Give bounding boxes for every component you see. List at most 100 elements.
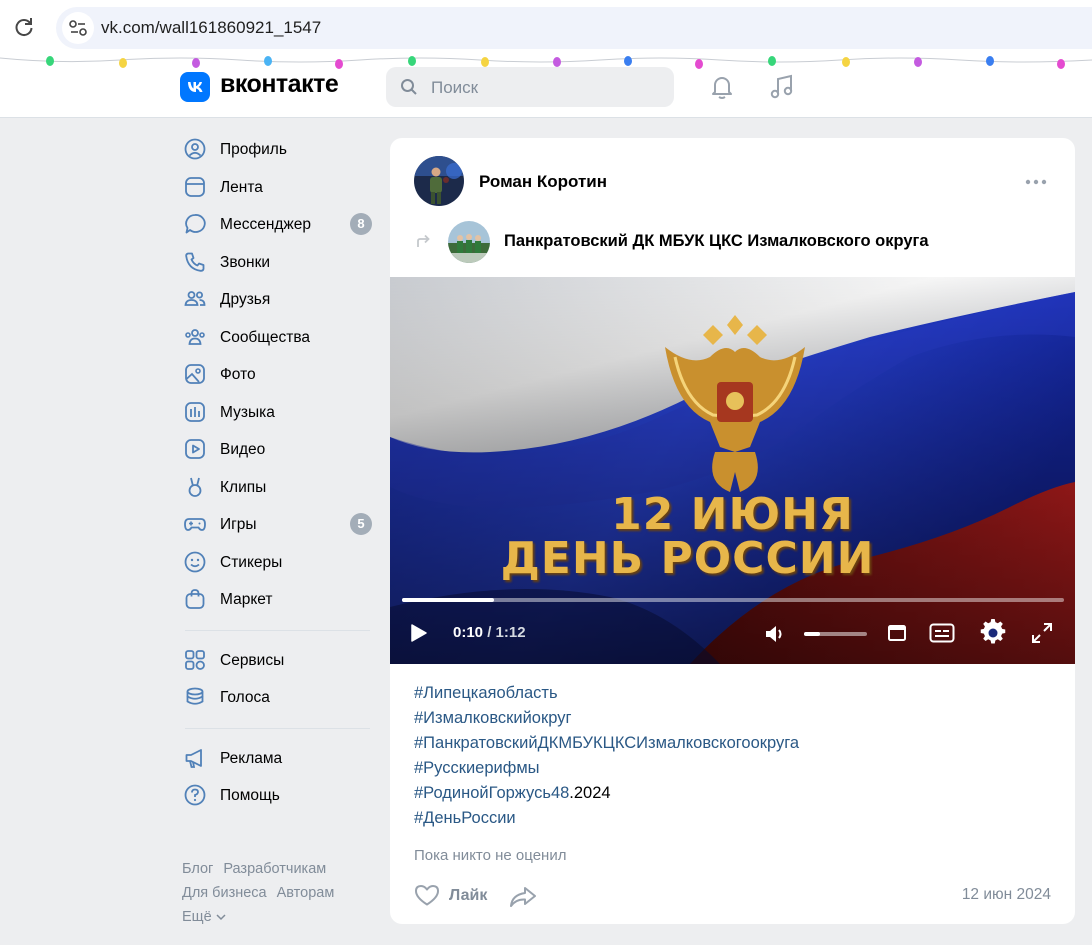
menu-item-messenger[interactable]: Мессенджер 8 xyxy=(180,206,375,244)
ads-icon xyxy=(185,748,202,768)
menu-label-votes: Голоса xyxy=(220,689,270,706)
reload-icon[interactable] xyxy=(12,15,36,39)
hashtag-link[interactable]: #Липецкаяобласть xyxy=(414,684,558,702)
search-placeholder: Поиск xyxy=(431,78,479,97)
volume-icon[interactable] xyxy=(763,622,787,646)
menu-item-video[interactable]: Видео xyxy=(180,431,375,469)
hashtag-line: #Липецкаяобласть xyxy=(414,681,799,706)
gear-icon[interactable] xyxy=(979,619,1007,647)
vk-header: вконтакте Поиск xyxy=(0,56,1092,118)
hashtag-link[interactable]: #ДеньРоссии xyxy=(414,809,516,827)
menu-label-music: Музыка xyxy=(220,403,275,421)
search-icon xyxy=(401,79,417,95)
menu-item-clips[interactable]: Клипы xyxy=(180,469,375,507)
subtitles-icon[interactable] xyxy=(929,622,955,644)
menu-label-friends: Друзья xyxy=(220,291,271,308)
menu-item-calls[interactable]: Звонки xyxy=(180,244,375,282)
share-icon[interactable] xyxy=(509,885,537,909)
menu-item-votes[interactable]: Голоса xyxy=(180,679,375,717)
bell-icon[interactable] xyxy=(708,73,736,101)
footer-link-business[interactable]: Для бизнеса xyxy=(182,885,267,901)
menu-label-clips: Клипы xyxy=(220,478,267,496)
menu-item-ads[interactable]: Реклама xyxy=(180,740,375,778)
menu-label-video: Видео xyxy=(220,441,266,458)
music-icon[interactable] xyxy=(768,73,796,101)
hashtag-line: #РодинойГоржусь48.2024 xyxy=(414,781,799,806)
menu-item-music[interactable]: Музыка xyxy=(180,394,375,432)
hashtag-line: #Русскиерифмы xyxy=(414,756,799,781)
hashtag-link[interactable]: #Измалковскийокруг xyxy=(414,709,571,727)
volume-slider[interactable] xyxy=(804,632,867,636)
menu-label-ads: Реклама xyxy=(220,749,283,767)
menu-item-communities[interactable]: Сообщества xyxy=(180,319,375,357)
site-info-icon[interactable] xyxy=(62,12,94,44)
menu-divider xyxy=(185,629,370,631)
hashtag-link[interactable]: #Русскиерифмы xyxy=(414,759,540,777)
market-icon xyxy=(185,589,205,609)
post-hashtags: #Липецкаяобласть #Измалковскийокруг #Пан… xyxy=(414,681,799,831)
menu-item-photo[interactable]: Фото xyxy=(180,356,375,394)
video-time-separator: / xyxy=(483,624,496,641)
menu-label-calls: Звонки xyxy=(220,253,271,271)
menu-label-communities: Сообщества xyxy=(220,328,311,346)
profile-icon xyxy=(184,138,206,160)
address-bar[interactable]: vk.com/wall161860921_1547 xyxy=(56,7,1092,49)
url-text[interactable]: vk.com/wall161860921_1547 xyxy=(101,18,321,38)
group-name[interactable]: Панкратовский ДК МБУК ЦКС Измалковского … xyxy=(504,232,929,251)
menu-divider xyxy=(185,727,370,729)
hashtag-line: #Измалковскийокруг xyxy=(414,706,799,731)
footer-link-blog[interactable]: Блог xyxy=(182,861,213,877)
video-progress-fill xyxy=(402,598,495,602)
author-name[interactable]: Роман Коротин xyxy=(479,172,607,192)
author-avatar[interactable] xyxy=(414,156,464,206)
video-player[interactable]: 12 ИЮНЯ ДЕНЬ РОССИИ 0:10 / 1:12 xyxy=(390,277,1075,664)
hashtag-link[interactable]: #ПанкратовскийДКМБУКЦКСИзмалковскогоокру… xyxy=(414,734,799,752)
play-icon[interactable] xyxy=(410,623,428,643)
menu-item-profile[interactable]: Профиль xyxy=(180,131,375,169)
menu-item-friends[interactable]: Друзья xyxy=(180,281,375,319)
footer-more[interactable]: Ещё xyxy=(182,905,382,929)
menu-item-feed[interactable]: Лента xyxy=(180,169,375,207)
footer-link-authors[interactable]: Авторам xyxy=(277,885,335,901)
chevron-down-icon xyxy=(216,914,226,921)
video-icon xyxy=(185,439,205,459)
feed-icon xyxy=(185,176,205,197)
games-badge: 5 xyxy=(350,513,372,535)
group-avatar[interactable] xyxy=(448,221,490,263)
vk-logo-text[interactable]: вконтакте xyxy=(220,70,339,99)
votes-icon xyxy=(186,687,204,705)
video-progress-bar[interactable] xyxy=(402,598,1064,602)
no-rating-text: Пока никто не оценил xyxy=(414,847,567,864)
menu-label-market: Маркет xyxy=(220,591,273,608)
browser-toolbar: vk.com/wall161860921_1547 xyxy=(0,0,1092,56)
menu-item-games[interactable]: Игры 5 xyxy=(180,506,375,544)
search-input[interactable]: Поиск xyxy=(386,67,674,107)
footer-link-developers[interactable]: Разработчикам xyxy=(223,861,326,877)
menu-item-market[interactable]: Маркет xyxy=(180,581,375,619)
hashtag-line: #ПанкратовскийДКМБУКЦКСИзмалковскогоокру… xyxy=(414,731,799,756)
hashtag-link[interactable]: #РодинойГоржусь48 xyxy=(414,784,569,802)
more-options-icon[interactable] xyxy=(1025,176,1047,188)
footer-link-more[interactable]: Ещё xyxy=(182,909,212,925)
footer-links: Блог Разработчикам Для бизнеса Авторам Ещё xyxy=(182,857,382,929)
services-icon xyxy=(185,649,205,670)
friends-icon xyxy=(184,291,206,306)
mini-player-icon[interactable] xyxy=(887,623,907,643)
video-current-time: 0:10 xyxy=(453,624,484,641)
menu-item-services[interactable]: Сервисы xyxy=(180,642,375,680)
volume-level-fill xyxy=(804,632,820,636)
hashtag-suffix: .2024 xyxy=(569,784,611,802)
phone-icon xyxy=(185,252,205,272)
menu-label-profile: Профиль xyxy=(220,141,287,158)
menu-item-help[interactable]: Помощь xyxy=(180,777,375,815)
menu-label-services: Сервисы xyxy=(220,651,285,669)
post-date[interactable]: 12 июн 2024 xyxy=(962,886,1051,904)
menu-label-messenger: Мессенджер xyxy=(220,216,312,233)
menu-item-stickers[interactable]: Стикеры xyxy=(180,544,375,582)
video-title-line2: ДЕНЬ РОССИИ xyxy=(500,533,875,584)
help-icon xyxy=(184,784,206,806)
fullscreen-icon[interactable] xyxy=(1031,622,1053,644)
vk-logo-icon[interactable] xyxy=(180,72,210,102)
music-bars-icon xyxy=(185,401,205,422)
messenger-icon xyxy=(185,214,206,234)
